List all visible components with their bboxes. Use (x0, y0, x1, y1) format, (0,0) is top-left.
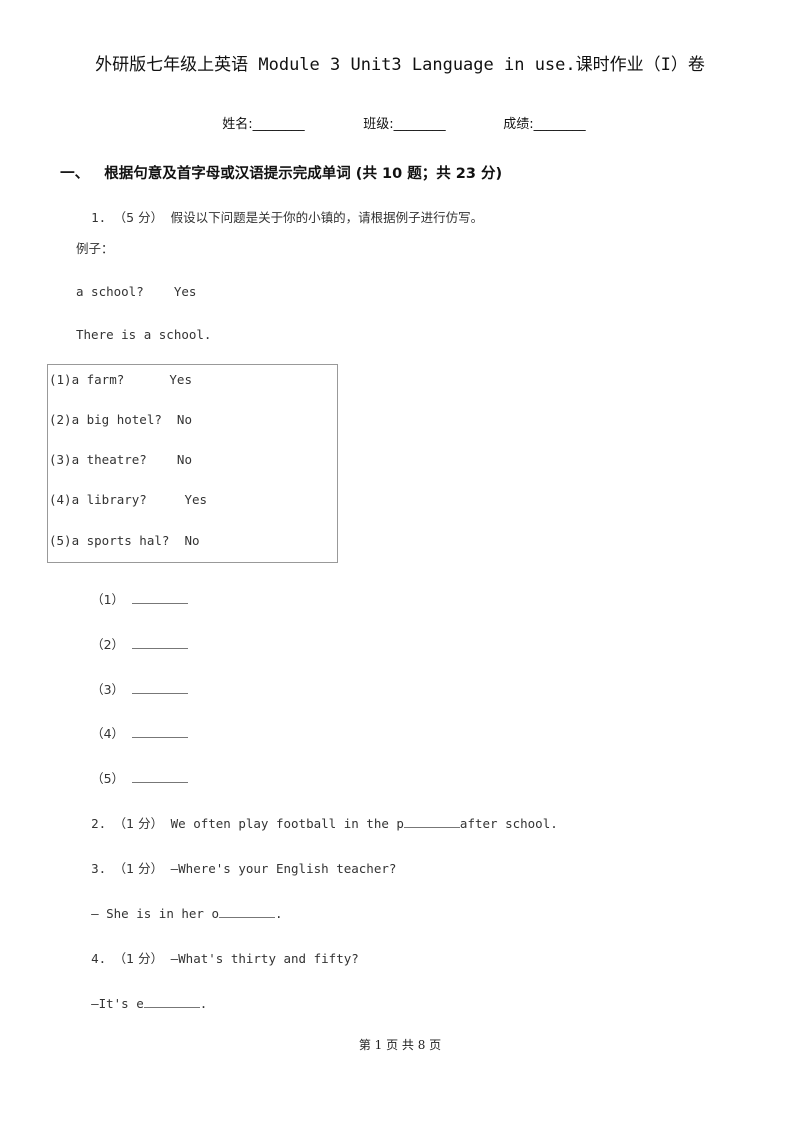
class-label: 班级: (363, 117, 394, 132)
document-title: 外研版七年级上英语 Module 3 Unit3 Language in use… (95, 55, 705, 75)
answer-line-1: （1） (76, 574, 188, 608)
name-label: 姓名: (222, 117, 253, 132)
question-prompt: 假设以下问题是关于你的小镇的，请根据例子进行仿写。 (170, 210, 484, 225)
question-score: （1 分） (113, 861, 164, 876)
name-field: 姓名:________ (214, 98, 305, 132)
answer-blank[interactable] (131, 770, 188, 783)
answer-blank[interactable] (131, 681, 188, 694)
answer-line-4: （4） (76, 708, 188, 742)
answer-blank[interactable] (403, 815, 460, 828)
answer-blank[interactable] (219, 905, 275, 918)
class-blank: ________ (393, 117, 446, 132)
answer-blank[interactable] (131, 636, 188, 649)
answer-line-3: （3） (76, 664, 188, 698)
answer-label: （3） (91, 682, 125, 697)
score-blank: ________ (533, 117, 586, 132)
answer-text-before: — She is in her o (91, 906, 219, 921)
answer-label: （4） (91, 726, 125, 741)
answer-blank[interactable] (131, 725, 188, 738)
answer-label: （2） (91, 637, 125, 652)
answer-label: （1） (91, 592, 125, 607)
question-number: 4. (91, 951, 107, 966)
question-2: 2. （1 分） We often play football in the p… (76, 798, 558, 832)
question-text-after: after school. (459, 816, 558, 831)
answer-line-2: （2） (76, 619, 188, 653)
question-number: 1. (91, 210, 107, 225)
score-field: 成绩:________ (495, 98, 586, 132)
question-1: 1. （5 分） 假设以下问题是关于你的小镇的，请根据例子进行仿写。 (76, 192, 483, 226)
example-label: 例子： (76, 241, 114, 256)
answer-text-after: . (199, 996, 208, 1011)
question-prompt: —What's thirty and fifty? (170, 951, 359, 966)
answer-label: （5） (91, 771, 125, 786)
example-question: a school? Yes (76, 284, 197, 299)
question-score: （1 分） (113, 816, 164, 831)
question-number: 3. (91, 861, 107, 876)
score-label: 成绩: (503, 117, 534, 132)
answer-text-after: . (275, 906, 283, 921)
name-blank: ________ (252, 117, 305, 132)
section-heading: 一、 根据句意及首字母或汉语提示完成单词 (共 10 题；共 23 分) (50, 146, 502, 183)
class-field: 班级:________ (355, 98, 446, 132)
page-footer: 第 1 页 共 8 页 (358, 1038, 442, 1052)
question-4-answer: —It's e. (76, 980, 207, 1011)
table-row: (5)a sports hal? No (49, 533, 200, 548)
section-number: 一、 (60, 166, 90, 182)
question-3: 3. （1 分） —Where's your English teacher? (76, 843, 396, 877)
answer-text-before: —It's e (91, 996, 144, 1011)
section-title: 根据句意及首字母或汉语提示完成单词 (共 10 题；共 23 分) (104, 166, 503, 182)
prompt-table: (1)a farm? Yes (2)a big hotel? No (3)a t… (47, 364, 338, 563)
question-prompt: —Where's your English teacher? (170, 861, 397, 876)
question-number: 2. (91, 816, 107, 831)
table-row: (4)a library? Yes (49, 492, 208, 507)
answer-line-5: （5） (76, 753, 188, 787)
answer-blank[interactable] (143, 995, 200, 1008)
question-score: （1 分） (113, 951, 164, 966)
answer-blank[interactable] (131, 591, 188, 604)
table-row: (2)a big hotel? No (49, 412, 192, 427)
table-row: (1)a farm? Yes (49, 372, 192, 387)
question-3-answer: — She is in her o. (76, 890, 283, 921)
table-row: (3)a theatre? No (49, 452, 192, 467)
example-answer: There is a school. (76, 327, 212, 342)
question-text-before: We often play football in the p (170, 816, 404, 831)
question-score: （5 分） (113, 210, 164, 225)
question-4: 4. （1 分） —What's thirty and fifty? (76, 933, 359, 967)
